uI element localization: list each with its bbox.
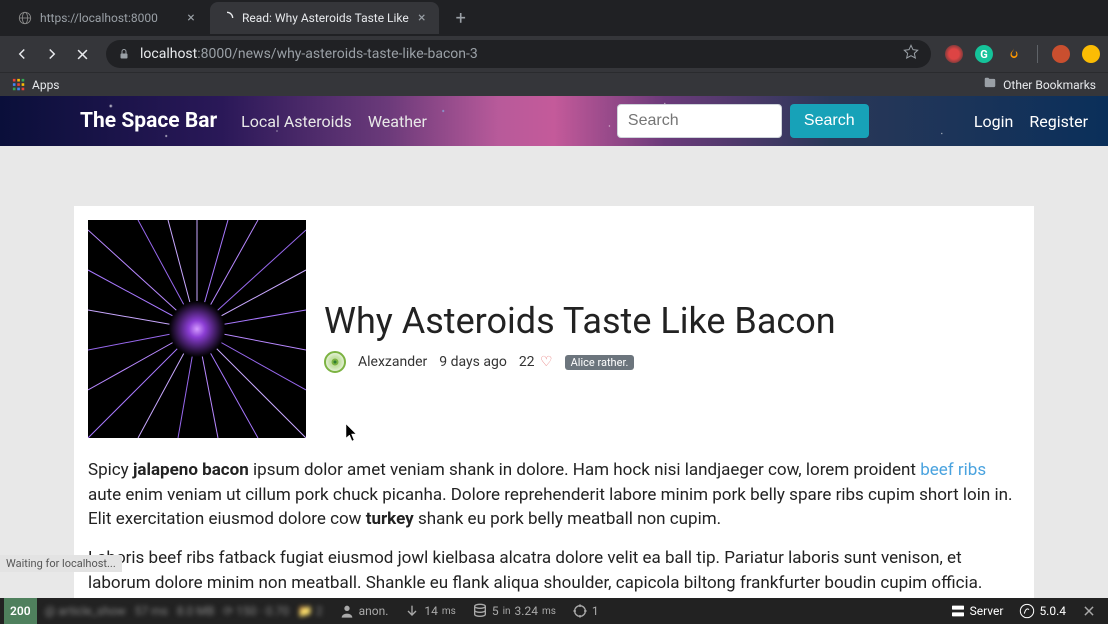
dbg-route[interactable]: @ article_show 57 ms 8.0 MB ⟳ 150 · 0.70… xyxy=(37,598,331,624)
close-icon xyxy=(1082,604,1096,618)
dbg-user-name: anon. xyxy=(359,604,389,618)
article-date: 9 days ago xyxy=(439,354,507,370)
loading-spinner-icon xyxy=(220,11,234,25)
article-container: Why Asteroids Taste Like Bacon Alexzande… xyxy=(74,206,1034,598)
dbg-user[interactable]: anon. xyxy=(331,598,397,624)
other-bookmarks-label: Other Bookmarks xyxy=(1003,78,1096,92)
like-count-wrapper[interactable]: 22 ♡ xyxy=(519,354,553,370)
tab-title: https://localhost:8000 xyxy=(40,11,178,25)
search-input[interactable] xyxy=(617,104,782,138)
author-avatar xyxy=(324,351,346,373)
author-name: Alexzander xyxy=(358,354,427,370)
site-header: The Space Bar Local Asteroids Weather Se… xyxy=(0,96,1108,146)
apps-grid-icon xyxy=(12,78,26,92)
ext-icon-1[interactable] xyxy=(945,45,963,63)
new-tab-button[interactable]: + xyxy=(447,4,475,32)
url-path: /news/why-asteroids-taste-like-bacon-3 xyxy=(232,46,478,62)
folder-icon xyxy=(983,76,997,93)
site-brand[interactable]: The Space Bar xyxy=(80,109,217,133)
dbg-time-value: 14 xyxy=(424,604,438,618)
bookmarks-bar: Apps Other Bookmarks xyxy=(0,72,1108,96)
nav-bar: localhost:8000/news/why-asteroids-taste-… xyxy=(0,36,1108,72)
symfony-icon xyxy=(1019,603,1035,619)
register-link[interactable]: Register xyxy=(1029,112,1088,131)
dbg-close[interactable] xyxy=(1074,604,1104,618)
divider xyxy=(1037,45,1038,63)
nav-link-local-asteroids[interactable]: Local Asteroids xyxy=(241,112,352,131)
article-title: Why Asteroids Taste Like Bacon xyxy=(324,300,836,343)
cursor-icon xyxy=(346,424,358,442)
article-meta: Alexzander 9 days ago 22 ♡ Alice rather. xyxy=(324,351,836,373)
database-icon xyxy=(472,603,488,619)
status-loading: Waiting for localhost... xyxy=(0,555,122,572)
tab-bar: https://localhost:8000 × Read: Why Aster… xyxy=(0,0,1108,36)
stop-reload-button[interactable] xyxy=(68,40,96,68)
avatar-icon[interactable] xyxy=(1052,45,1070,63)
page-content: The Space Bar Local Asteroids Weather Se… xyxy=(0,96,1108,598)
nav-link-weather[interactable]: Weather xyxy=(368,112,427,131)
close-icon[interactable]: × xyxy=(184,11,198,25)
apps-label: Apps xyxy=(32,78,60,92)
browser-tab-active[interactable]: Read: Why Asteroids Taste Like × xyxy=(210,2,439,34)
debug-toolbar: 200 @ article_show 57 ms 8.0 MB ⟳ 150 · … xyxy=(0,598,1108,624)
ext-icon-flame[interactable] xyxy=(1005,45,1023,63)
star-icon[interactable] xyxy=(903,44,919,64)
dbg-twig[interactable]: 1 xyxy=(564,598,607,624)
like-count: 22 xyxy=(519,354,535,370)
search-form: Search xyxy=(617,104,869,138)
dbg-time[interactable]: 14 ms xyxy=(396,598,463,624)
article-body: Spicy jalapeno bacon ipsum dolor amet ve… xyxy=(88,458,1020,598)
dbg-time-unit: ms xyxy=(442,606,456,617)
tab-title: Read: Why Asteroids Taste Like xyxy=(242,11,409,25)
server-icon xyxy=(950,603,966,619)
target-icon xyxy=(572,603,588,619)
dbg-db[interactable]: 5 in 3.24 ms xyxy=(464,598,564,624)
address-bar[interactable]: localhost:8000/news/why-asteroids-taste-… xyxy=(106,40,931,68)
dbg-version-value: 5.0.4 xyxy=(1039,604,1066,618)
url-port: :8000 xyxy=(197,46,232,62)
other-bookmarks-button[interactable]: Other Bookmarks xyxy=(983,76,1096,93)
browser-tab[interactable]: https://localhost:8000 × xyxy=(8,2,208,34)
user-icon xyxy=(339,603,355,619)
forward-button[interactable] xyxy=(38,40,66,68)
dbg-server[interactable]: Server xyxy=(942,603,1012,619)
apps-button[interactable]: Apps xyxy=(12,78,60,92)
article-image xyxy=(88,220,306,438)
search-button[interactable]: Search xyxy=(790,104,869,138)
lock-icon xyxy=(118,48,130,60)
paragraph-1: Spicy jalapeno bacon ipsum dolor amet ve… xyxy=(88,458,1020,532)
close-icon[interactable]: × xyxy=(415,11,429,25)
heart-icon: ♡ xyxy=(540,354,553,370)
url-host: localhost xyxy=(140,46,197,62)
globe-icon xyxy=(18,11,32,25)
back-button[interactable] xyxy=(8,40,36,68)
author-badge: Alice rather. xyxy=(565,355,635,370)
paragraph-2: Laboris beef ribs fatback fugiat eiusmod… xyxy=(88,546,1020,598)
dbg-db-in: in xyxy=(503,606,511,617)
site-nav: Local Asteroids Weather xyxy=(241,112,427,131)
dbg-db-unit: ms xyxy=(542,606,556,617)
link-beef-ribs[interactable]: beef ribs xyxy=(920,460,986,480)
arrow-down-icon xyxy=(404,603,420,619)
dbg-db-queries: 5 xyxy=(492,604,499,618)
dbg-version[interactable]: 5.0.4 xyxy=(1011,603,1074,619)
dbg-server-label: Server xyxy=(970,604,1004,618)
dbg-db-time: 3.24 xyxy=(515,604,538,618)
auth-links: Login Register xyxy=(974,112,1088,131)
dbg-status-code[interactable]: 200 xyxy=(4,598,37,624)
dbg-twig-count: 1 xyxy=(592,604,599,618)
login-link[interactable]: Login xyxy=(974,112,1013,131)
profile-dot-icon[interactable] xyxy=(1082,45,1100,63)
grammarly-icon[interactable]: G xyxy=(975,45,993,63)
